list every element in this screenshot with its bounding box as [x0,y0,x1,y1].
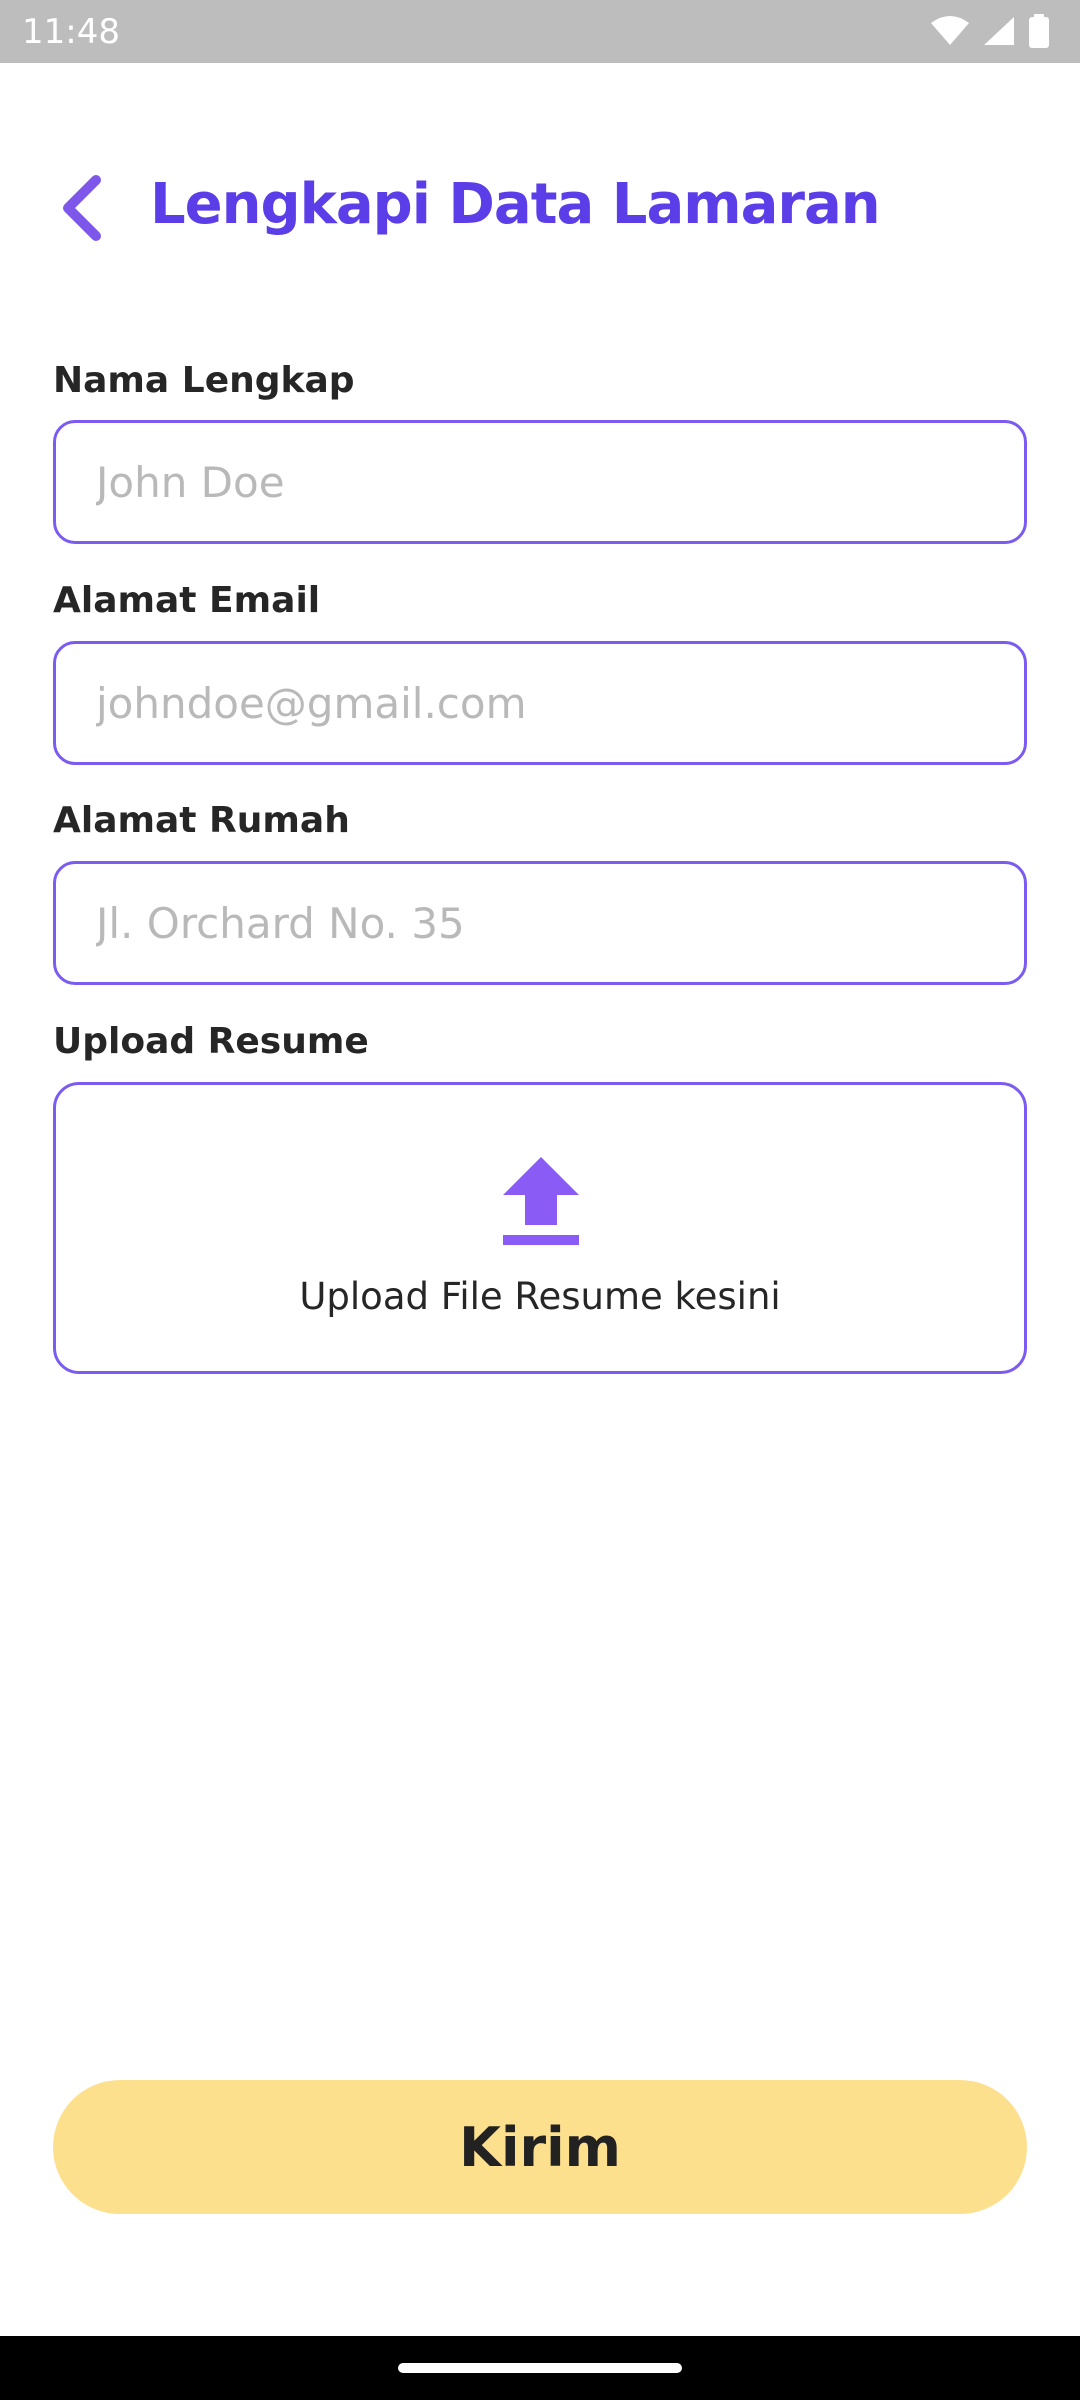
address-label: Alamat Rumah [53,800,350,841]
email-label: Alamat Email [53,580,321,621]
page-title: Lengkapi Data Lamaran [150,172,881,237]
address-input[interactable] [53,861,1027,985]
upload-icon [501,1155,581,1247]
submit-button[interactable]: Kirim [53,2080,1027,2214]
battery-icon [1028,14,1050,48]
upload-text: Upload File Resume kesini [299,1275,781,1318]
wifi-icon [930,15,970,47]
navigation-bar [0,2336,1080,2400]
email-input[interactable] [53,641,1027,765]
status-icons [930,14,1050,48]
back-button[interactable] [52,170,112,250]
home-indicator[interactable] [398,2363,682,2373]
signal-icon [982,15,1016,47]
name-label: Nama Lengkap [53,360,355,401]
chevron-left-icon [58,174,106,246]
status-time: 11:48 [22,12,120,52]
full-name-input[interactable] [53,420,1027,544]
status-bar: 11:48 [0,0,1080,63]
resume-upload-area[interactable]: Upload File Resume kesini [53,1082,1027,1374]
resume-label: Upload Resume [53,1021,369,1062]
